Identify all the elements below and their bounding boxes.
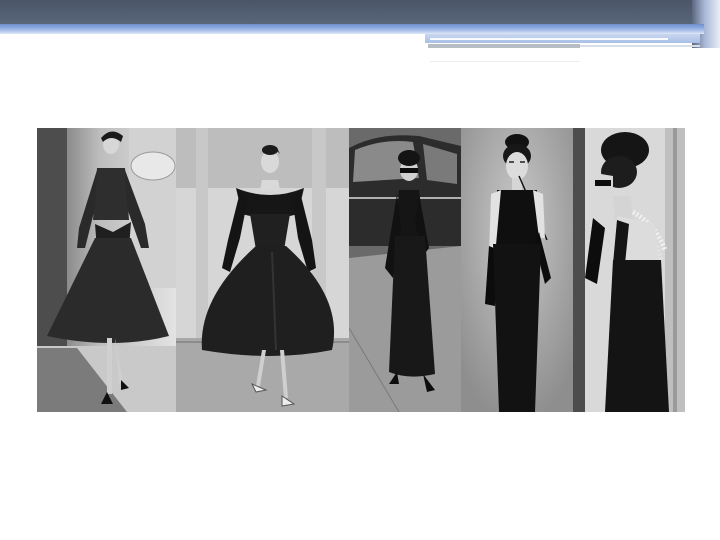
photo-4: [461, 128, 573, 412]
photo-1: [37, 128, 176, 412]
fashion-photo-strip: [37, 128, 685, 412]
slide-thin-rule: [580, 45, 700, 47]
slide-gray-rule: [428, 44, 580, 48]
photo-5: [573, 128, 685, 412]
photo-3: [349, 128, 461, 412]
photo-2: [176, 128, 349, 412]
slide-header-rule: [0, 24, 704, 34]
slide-accent-highlight: [430, 38, 668, 40]
slide-faint-rule: [430, 61, 580, 62]
slide-header-bar: [0, 0, 720, 24]
